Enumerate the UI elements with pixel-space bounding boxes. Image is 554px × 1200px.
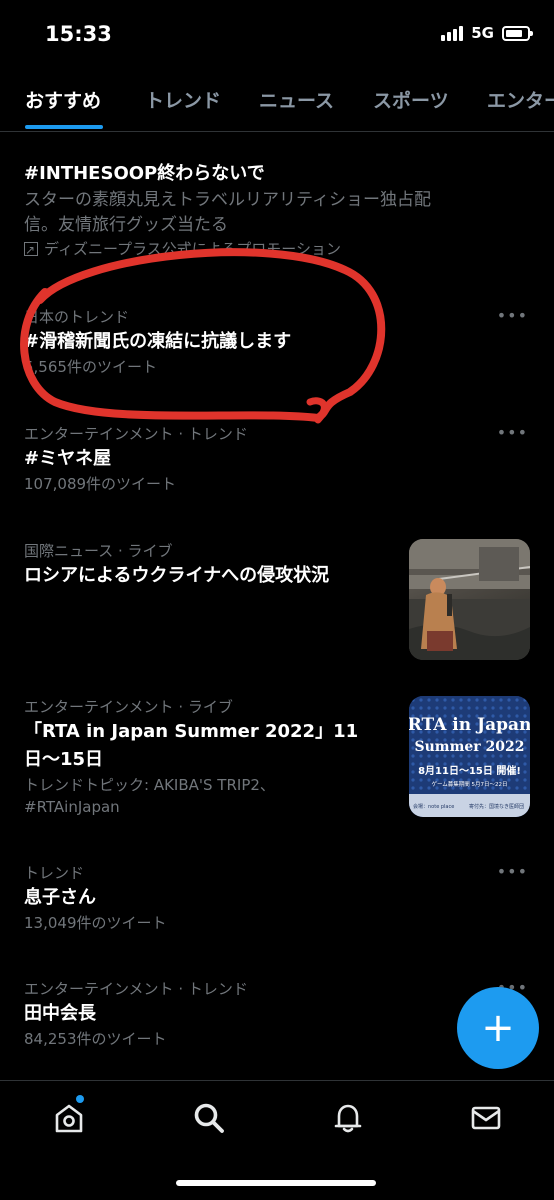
- status-bar: 15:33 5G: [0, 0, 554, 70]
- plus-icon: +: [481, 1005, 515, 1051]
- news-topics-1: トレンドトピック: AKIBA'S TRIP2、: [24, 776, 275, 794]
- tab-trends[interactable]: トレンド: [145, 86, 221, 113]
- trend-title: #ミヤネ屋: [24, 448, 112, 469]
- promoted-by: ディズニープラス公式によるプロモーション: [24, 238, 534, 261]
- compose-button[interactable]: +: [457, 987, 539, 1069]
- tab-sports[interactable]: スポーツ: [373, 86, 449, 113]
- tab-news[interactable]: ニュース: [259, 86, 334, 113]
- rta-footer-left: 会場：note place: [413, 803, 454, 810]
- rta-banner-icon: RTA in Japan Summer 2022 8月11日〜15日 開催! ゲ…: [409, 696, 530, 817]
- search-icon[interactable]: [192, 1101, 226, 1135]
- trend-title: 田中会長: [24, 1003, 96, 1024]
- news-item[interactable]: 国際ニュース · ライブ ロシアによるウクライナへの侵攻状況: [24, 540, 384, 590]
- home-indicator: [176, 1180, 376, 1186]
- status-time: 15:33: [45, 22, 112, 46]
- signal-icon: [441, 25, 464, 41]
- battery-icon: [502, 25, 533, 41]
- news-thumbnail[interactable]: RTA in Japan Summer 2022 8月11日〜15日 開催! ゲ…: [409, 696, 530, 817]
- news-context: 国際ニュース · ライブ: [24, 542, 173, 560]
- rta-line4: ゲーム募集期間 5月7日〜22日: [431, 780, 507, 788]
- status-indicators: 5G: [441, 24, 533, 42]
- trend-context: エンターテインメント · トレンド: [24, 425, 248, 443]
- trend-count: 107,089件のツイート: [24, 475, 177, 493]
- promoted-trend[interactable]: #INTHESOOP終わらないで スターの素顔丸見えトラベルリアリティショー独占…: [24, 160, 534, 261]
- tab-active-indicator: [25, 125, 103, 129]
- trend-title: 息子さん: [24, 887, 96, 908]
- promoted-title: #INTHESOOP終わらないで: [24, 163, 265, 184]
- news-title-1: 「RTA in Japan Summer 2022」11: [24, 721, 359, 742]
- news-thumbnail[interactable]: [409, 539, 530, 660]
- trend-count: 5,565件のツイート: [24, 358, 157, 376]
- trend-count: 13,049件のツイート: [24, 914, 167, 932]
- news-title: ロシアによるウクライナへの侵攻状況: [24, 565, 330, 586]
- rta-line1: RTA in Japan: [409, 715, 530, 735]
- news-topics-2: #RTAinJapan: [24, 798, 120, 816]
- rta-footer-right: 寄付先：国境なき医師団: [469, 803, 524, 810]
- ukraine-photo-icon: [409, 539, 530, 660]
- trend-item[interactable]: エンターテインメント · トレンド #ミヤネ屋 107,089件のツイート: [24, 423, 504, 495]
- mail-icon[interactable]: [469, 1101, 503, 1135]
- trend-title: #滑稽新聞氏の凍結に抗議します: [24, 331, 292, 352]
- news-item[interactable]: エンターテインメント · ライブ 「RTA in Japan Summer 20…: [24, 696, 394, 818]
- tab-entertainment[interactable]: エンター: [487, 86, 554, 113]
- rta-line2: Summer 2022: [414, 739, 524, 755]
- explore-tabs: おすすめ トレンド ニュース スポーツ エンター: [0, 76, 554, 132]
- news-title-2: 日〜15日: [24, 749, 104, 770]
- trend-context: 日本のトレンド: [24, 308, 130, 326]
- trend-item[interactable]: トレンド 息子さん 13,049件のツイート: [24, 862, 504, 934]
- trend-context: トレンド: [24, 864, 85, 882]
- rta-line3: 8月11日〜15日 開催!: [418, 764, 521, 777]
- network-type: 5G: [471, 24, 494, 42]
- tab-recommended[interactable]: おすすめ: [25, 86, 101, 113]
- news-context: エンターテインメント · ライブ: [24, 698, 233, 716]
- promoted-description-1: スターの素顔丸見えトラベルリアリティショー独占配: [24, 190, 431, 210]
- trend-item[interactable]: エンターテインメント · トレンド 田中会長 84,253件のツイート: [24, 978, 504, 1050]
- bell-icon[interactable]: [331, 1101, 365, 1135]
- more-icon[interactable]: •••: [497, 423, 528, 442]
- more-icon[interactable]: •••: [497, 862, 528, 881]
- trend-context: エンターテインメント · トレンド: [24, 980, 248, 998]
- home-notification-dot: [76, 1095, 84, 1103]
- more-icon[interactable]: •••: [497, 306, 528, 325]
- trend-count: 84,253件のツイート: [24, 1030, 167, 1048]
- promoted-icon: [24, 239, 38, 261]
- promoted-by-label: ディズニープラス公式によるプロモーション: [44, 240, 342, 258]
- home-icon[interactable]: [52, 1101, 86, 1135]
- promoted-description-2: 信。友情旅行グッズ当たる: [24, 215, 228, 235]
- trend-item[interactable]: 日本のトレンド #滑稽新聞氏の凍結に抗議します 5,565件のツイート: [24, 306, 504, 378]
